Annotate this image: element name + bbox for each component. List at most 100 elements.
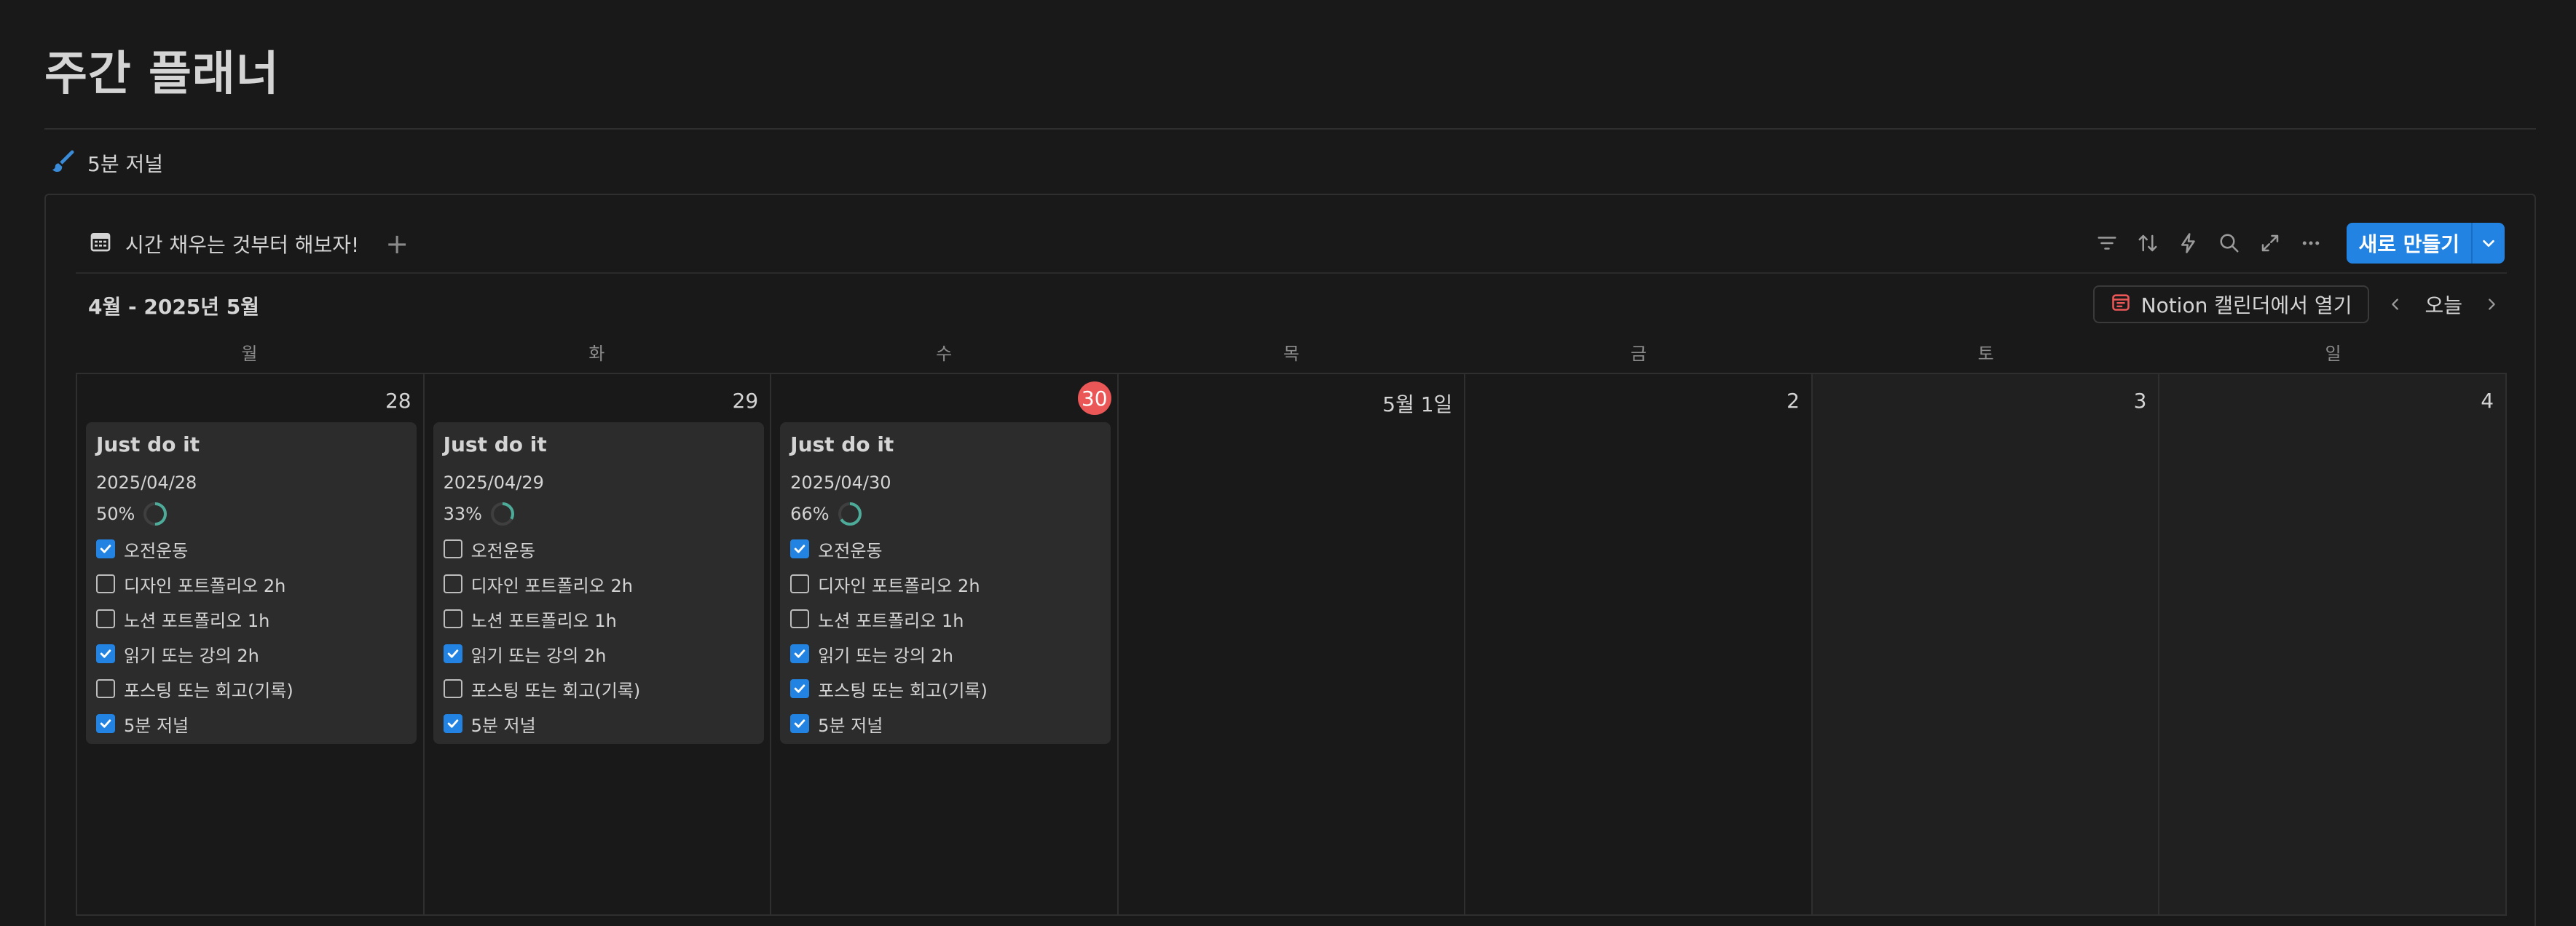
task-checkbox-row[interactable]: 읽기 또는 강의 2h: [96, 636, 406, 671]
checkbox-unchecked[interactable]: [443, 679, 462, 698]
task-label: 5분 저널: [124, 715, 189, 736]
view-tab-calendar[interactable]: 시간 채우는 것부터 해보자! +: [89, 229, 409, 259]
toolbar-divider: [76, 272, 2507, 274]
task-checkbox-row[interactable]: 디자인 포트폴리오 2h: [790, 566, 1100, 601]
checkbox-checked[interactable]: [96, 714, 115, 733]
open-in-notion-calendar-button[interactable]: Notion 캘린더에서 열기: [2092, 285, 2370, 323]
checkbox-checked[interactable]: [96, 644, 115, 663]
task-label: 디자인 포트폴리오 2h: [124, 575, 286, 596]
task-checkbox-row[interactable]: 5분 저널: [96, 706, 406, 741]
task-checkbox-row[interactable]: 노션 포트폴리오 1h: [96, 601, 406, 636]
task-label: 오전운동: [470, 540, 535, 561]
task-checkbox-row[interactable]: 읽기 또는 강의 2h: [790, 636, 1100, 671]
progress-ring-icon: [143, 502, 168, 526]
calendar-day-cell[interactable]: 29 Just do it 2025/04/29 33% 오전운동 디자인 포트폴리오 2…: [424, 374, 772, 914]
filter-icon[interactable]: [2093, 229, 2121, 257]
calendar-grid: 28 Just do it 2025/04/28 50% 오전운동 디자인 포트폴리오 2…: [76, 373, 2507, 916]
title-divider: [44, 128, 2536, 130]
day-number: 29: [732, 389, 759, 413]
task-checkbox-row[interactable]: 노션 포트폴리오 1h: [790, 601, 1100, 636]
checkbox-unchecked[interactable]: [790, 609, 810, 628]
checkbox-checked[interactable]: [96, 539, 115, 558]
weekday-label: 일: [2325, 344, 2341, 364]
weekday-header: 월 화 수 목 금 토 일: [76, 339, 2507, 365]
today-button[interactable]: 오늘: [2422, 290, 2465, 319]
task-checkbox-row[interactable]: 오전운동: [96, 531, 406, 566]
checkbox-unchecked[interactable]: [96, 609, 115, 628]
card-progress: 33%: [444, 496, 754, 531]
checkbox-unchecked[interactable]: [443, 539, 462, 558]
calendar-day-cell[interactable]: 2: [1465, 374, 1813, 914]
sort-icon[interactable]: [2134, 229, 2162, 257]
database-toolbar: 새로 만들기: [2093, 223, 2505, 264]
task-checkbox-row[interactable]: 오전운동: [790, 531, 1100, 566]
planner-card[interactable]: Just do it 2025/04/28 50% 오전운동 디자인 포트폴리오 2h 노…: [86, 422, 417, 744]
progress-ring-icon: [490, 502, 514, 526]
card-date: 2025/04/30: [790, 472, 891, 493]
task-label: 읽기 또는 강의 2h: [818, 645, 954, 666]
task-checkbox-row[interactable]: 오전운동: [443, 531, 754, 566]
task-label: 5분 저널: [470, 715, 536, 736]
calendar-day-cell[interactable]: 3: [1812, 374, 2160, 914]
task-label: 읽기 또는 강의 2h: [470, 645, 607, 666]
notion-calendar-icon: [2111, 292, 2131, 317]
chevron-down-icon: [2483, 240, 2494, 248]
task-label: 5분 저널: [818, 715, 883, 736]
new-button-group: 새로 만들기: [2347, 223, 2505, 264]
calendar-day-cell[interactable]: 30 Just do it 2025/04/30 66% 오전운동 디자인 포트폴리오 2…: [771, 374, 1119, 914]
paintbrush-icon: [50, 147, 77, 180]
lightning-icon[interactable]: [2175, 229, 2202, 257]
checkbox-unchecked[interactable]: [96, 679, 115, 698]
checkbox-checked[interactable]: [790, 714, 810, 733]
checkbox-checked[interactable]: [443, 714, 462, 733]
progress-label: 50%: [96, 504, 135, 524]
task-label: 디자인 포트폴리오 2h: [470, 575, 633, 596]
next-button[interactable]: [2478, 288, 2505, 320]
task-label: 디자인 포트폴리오 2h: [818, 575, 980, 596]
search-icon[interactable]: [2215, 229, 2243, 257]
new-button[interactable]: 새로 만들기: [2347, 223, 2471, 264]
checkbox-unchecked[interactable]: [443, 609, 462, 628]
weekday-label: 목: [1283, 344, 1300, 364]
add-view-icon[interactable]: +: [385, 230, 409, 258]
task-label: 오전운동: [818, 540, 883, 561]
calendar-day-cell[interactable]: 5월 1일: [1118, 374, 1466, 914]
task-checkbox-row[interactable]: 포스팅 또는 회고(기록): [96, 671, 406, 706]
new-button-dropdown[interactable]: [2471, 223, 2505, 264]
task-checkbox-row[interactable]: 5분 저널: [790, 706, 1100, 741]
task-checkbox-row[interactable]: 디자인 포트폴리오 2h: [443, 566, 754, 601]
checkbox-unchecked[interactable]: [443, 574, 462, 593]
notion-page: 주간 플래너 5분 저널 시간 채우는 것부터 해보자! + 새로 만들기 4월…: [0, 0, 2576, 926]
task-checkbox-row[interactable]: 읽기 또는 강의 2h: [443, 636, 754, 671]
open-in-notion-calendar-label: Notion 캘린더에서 열기: [2140, 293, 2352, 317]
checkbox-checked[interactable]: [443, 644, 462, 663]
planner-card[interactable]: Just do it 2025/04/30 66% 오전운동 디자인 포트폴리오 2h 노…: [780, 422, 1111, 744]
calendar-day-cell[interactable]: 28 Just do it 2025/04/28 50% 오전운동 디자인 포트폴리오 2…: [77, 374, 425, 914]
journal-link[interactable]: 5분 저널: [50, 147, 163, 179]
card-title: Just do it: [96, 432, 200, 456]
checkbox-unchecked[interactable]: [790, 574, 810, 593]
task-checkbox-row[interactable]: 포스팅 또는 회고(기록): [443, 671, 754, 706]
task-checkbox-row[interactable]: 디자인 포트폴리오 2h: [96, 566, 406, 601]
checkbox-checked[interactable]: [790, 539, 810, 558]
checkbox-checked[interactable]: [790, 644, 810, 663]
checkbox-checked[interactable]: [790, 679, 810, 698]
calendar-day-cell[interactable]: 4: [2159, 374, 2506, 914]
task-label: 노션 포트폴리오 1h: [470, 610, 617, 631]
expand-icon[interactable]: [2256, 229, 2284, 257]
card-title: Just do it: [790, 432, 894, 456]
task-checkbox-row[interactable]: 노션 포트폴리오 1h: [443, 601, 754, 636]
checkbox-unchecked[interactable]: [96, 574, 115, 593]
day-number: 2: [1787, 389, 1800, 413]
card-date: 2025/04/29: [443, 472, 544, 493]
journal-link-label: 5분 저널: [87, 152, 163, 176]
weekday-label: 월: [241, 344, 258, 364]
prev-button[interactable]: [2382, 288, 2408, 320]
task-checkbox-row[interactable]: 포스팅 또는 회고(기록): [790, 671, 1100, 706]
calendar-navigation: Notion 캘린더에서 열기 오늘: [2092, 285, 2505, 323]
planner-card[interactable]: Just do it 2025/04/29 33% 오전운동 디자인 포트폴리오 2h 노…: [433, 422, 764, 744]
day-number: 3: [2133, 389, 2147, 413]
task-checkbox-row[interactable]: 5분 저널: [443, 706, 754, 741]
page-title: 주간 플래너: [44, 47, 280, 101]
more-icon[interactable]: [2297, 229, 2325, 257]
